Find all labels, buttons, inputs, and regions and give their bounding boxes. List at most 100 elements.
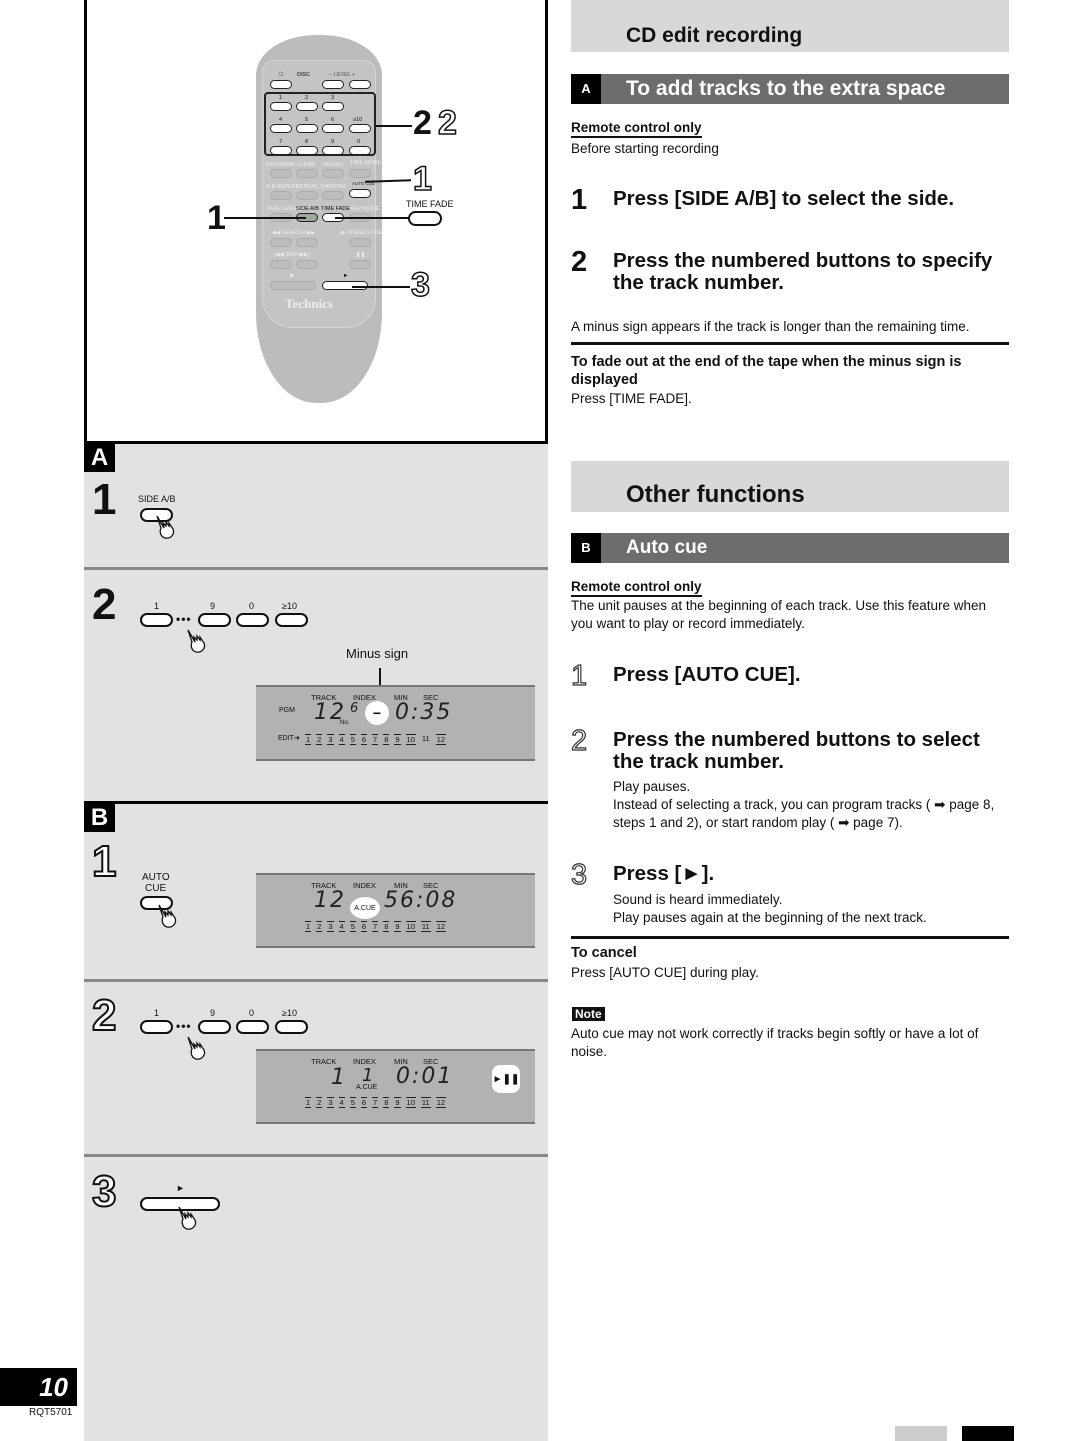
btn-label-10plus: ≥10 — [282, 1008, 297, 1018]
step-description: Play pauses. — [613, 779, 691, 794]
number-button-10plus[interactable] — [275, 1020, 308, 1034]
remote-button-5[interactable] — [296, 124, 318, 133]
btn-label-8: 8 — [305, 139, 309, 145]
repeat-button[interactable] — [296, 191, 318, 200]
lcd-acue-indicator: A.CUE — [350, 897, 380, 919]
step-heading: Press the numbered buttons to specify th… — [613, 249, 993, 294]
callout-number-2-outline: 2 — [437, 103, 457, 143]
search-forward-button[interactable] — [296, 238, 318, 247]
callout-line-numbers — [376, 125, 412, 127]
lcd-track-number: 6 — [360, 1097, 368, 1108]
ab-repeat-label: A-B REPEAT — [266, 184, 299, 190]
recall-button[interactable] — [322, 169, 344, 178]
lcd-no-label: No. — [340, 720, 350, 726]
lcd-track-number: 9 — [394, 921, 401, 932]
search-label: ◀◀ SEARCH ▶▶ — [272, 230, 315, 236]
step-heading: Press [SIDE A/B] to select the side. — [613, 187, 955, 210]
pressing-hand-icon — [187, 629, 206, 653]
pressing-hand-icon — [178, 1206, 197, 1230]
clear-button[interactable] — [296, 169, 318, 178]
minus-sign-label: Minus sign — [346, 646, 409, 661]
time-mode-button[interactable] — [349, 169, 371, 178]
remote-only-heading-b: Remote control only — [571, 579, 702, 597]
lcd-display-b1: TRACK INDEX MIN SEC 12 A.CUE 56:08 12345… — [256, 873, 535, 948]
program-button[interactable] — [270, 169, 292, 178]
lcd-display-b2: TRACK INDEX MIN SEC 1 1 A.CUE 0:01 ►❚❚ 1… — [256, 1049, 535, 1124]
subsection-a-badge: A — [571, 74, 601, 104]
other-functions-title: Other functions — [626, 481, 805, 508]
stop-button[interactable] — [270, 281, 316, 290]
number-button-9[interactable] — [198, 613, 231, 627]
other-functions-header: Other functions — [571, 461, 1009, 512]
lcd-display-a: TRACK INDEX MIN SEC PGM 12 No. 6 − 0:35 … — [256, 685, 535, 761]
lcd-track-number: 6 — [360, 921, 368, 932]
search-back-button[interactable] — [270, 238, 292, 247]
auto-cue-button[interactable] — [349, 189, 371, 198]
callout-line-side-ab — [224, 217, 306, 219]
lcd-track-number: 7 — [372, 921, 379, 932]
open-close-button[interactable] — [349, 238, 371, 247]
program-label: PROGRAM — [266, 162, 295, 168]
remote-button-4[interactable] — [270, 124, 292, 133]
number-button-0[interactable] — [236, 1020, 269, 1034]
lcd-track-number: 11 — [420, 1097, 431, 1108]
section-a-step-2-number: 2 — [92, 580, 117, 629]
lcd-track-number: 10 — [405, 734, 416, 745]
btn-label-1: 1 — [279, 95, 283, 101]
skip-forward-button[interactable] — [296, 260, 318, 269]
number-button-9[interactable] — [198, 1020, 231, 1034]
remote-button-1[interactable] — [270, 102, 292, 111]
lcd-time-value: 0:35 — [395, 700, 453, 725]
remote-button-6[interactable] — [322, 124, 344, 133]
random-button[interactable] — [322, 191, 344, 200]
lcd-track-number: 5 — [349, 1097, 356, 1108]
level-up-button[interactable] — [349, 80, 371, 89]
lcd-track-number: 8 — [383, 734, 390, 745]
btn-label-4: 4 — [279, 117, 283, 123]
callout-number-2: 2 — [413, 104, 432, 142]
remote-button-9[interactable] — [322, 146, 344, 155]
fade-out-text: Press [TIME FADE]. — [571, 391, 692, 406]
pause-button[interactable] — [349, 260, 371, 269]
number-button-10plus[interactable] — [275, 613, 308, 627]
lcd-time-value: 0:01 — [396, 1064, 454, 1089]
rule-divider — [571, 936, 1009, 939]
btn-label-3: 3 — [331, 95, 335, 101]
lcd-track-number: 1 — [305, 734, 312, 745]
time-fade-button[interactable] — [408, 211, 442, 226]
lcd-track-number: 1 — [305, 1097, 312, 1108]
number-button-1[interactable] — [140, 1020, 173, 1034]
lcd-track-number: 3 — [327, 1097, 334, 1108]
skip-back-button[interactable] — [270, 260, 292, 269]
ab-repeat-button[interactable] — [270, 191, 292, 200]
step-heading: Press [►]. — [613, 862, 715, 885]
remote-button-0[interactable] — [349, 146, 371, 155]
lcd-track-number: 10 — [405, 1097, 416, 1108]
step-description: Instead of selecting a track, you can pr… — [613, 797, 995, 830]
number-button-1[interactable] — [140, 613, 173, 627]
subsection-a-bar: A To add tracks to the extra space — [571, 74, 1009, 104]
remote-button-3[interactable] — [322, 102, 344, 111]
lcd-track-number: 8 — [383, 1097, 390, 1108]
remote-button-7[interactable] — [270, 146, 292, 155]
note-badge: Note — [572, 1007, 605, 1021]
level-down-button[interactable] — [322, 80, 344, 89]
remote-button-2[interactable] — [296, 102, 318, 111]
remote-button-8[interactable] — [296, 146, 318, 155]
remote-button-10plus[interactable] — [349, 124, 371, 133]
auto-cue-intro: The unit pauses at the beginning of each… — [571, 598, 987, 631]
recall-label: RECALL — [323, 162, 345, 168]
lcd-track-value: 12 — [314, 888, 346, 913]
play-pause-indicator-icon: ►❚❚ — [492, 1065, 520, 1093]
lcd-index-header: INDEX — [353, 881, 376, 890]
time-fade-label: TIME FADE — [406, 199, 454, 209]
btn-label-9: 9 — [210, 601, 216, 611]
lcd-track-number: 4 — [338, 1097, 345, 1108]
lcd-minus-sign: − — [365, 701, 389, 725]
document-code: RQT5701 — [29, 1407, 73, 1418]
section-a-step-1-number: 1 — [92, 475, 117, 524]
number-button-0[interactable] — [236, 613, 269, 627]
section-b-badge: B — [84, 804, 115, 832]
lcd-track-numbers: 1 2 3 4 5 6 7 8 9 10 11 12 — [305, 1097, 447, 1108]
power-button[interactable] — [270, 80, 292, 89]
